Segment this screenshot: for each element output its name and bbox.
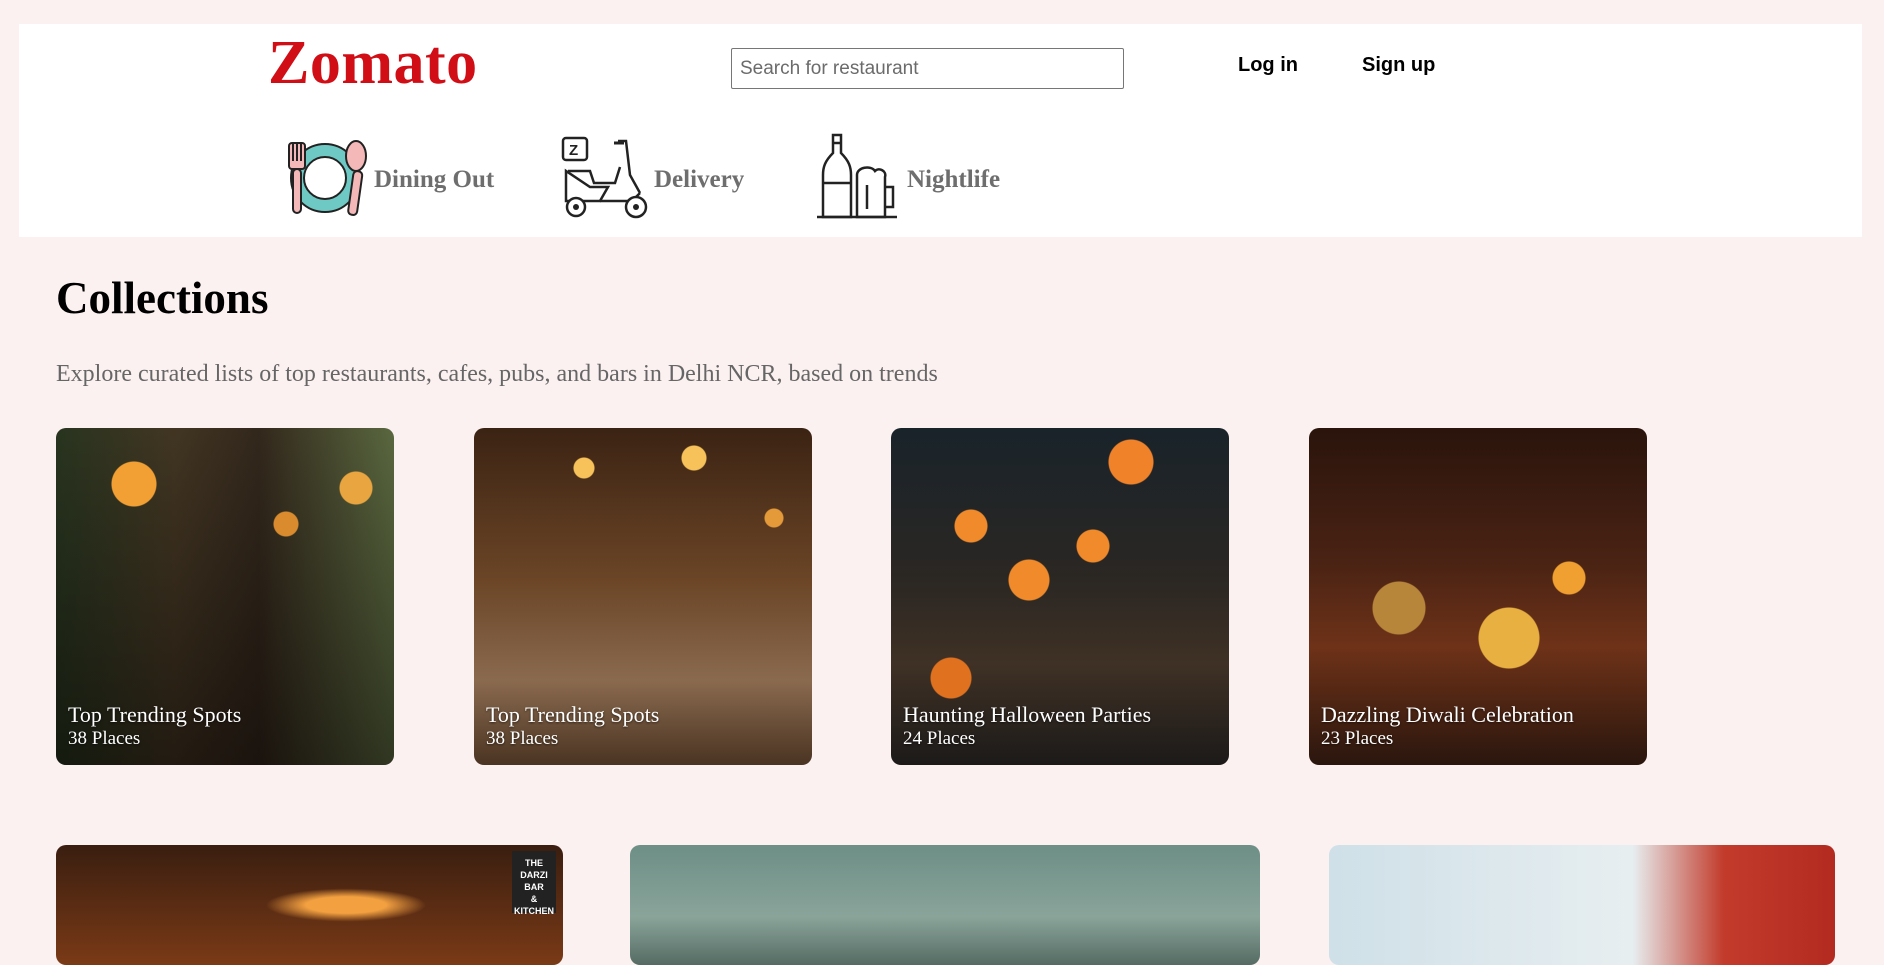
collection-card[interactable]: Top Trending Spots 38 Places [474, 428, 812, 765]
collection-places-count: 23 Places [1321, 728, 1394, 749]
collections-title: Collections [56, 273, 269, 323]
drinks-icon [813, 131, 903, 221]
restaurant-card[interactable]: THE DARZI BAR & KITCHEN [56, 845, 563, 965]
collection-places-count: 38 Places [486, 728, 559, 749]
collection-card[interactable]: Dazzling Diwali Celebration 23 Places [1309, 428, 1647, 765]
category-dining-out[interactable]: Dining Out [280, 128, 494, 224]
collection-places-count: 38 Places [68, 728, 141, 749]
badge-line: THE [525, 858, 543, 868]
collection-name: Top Trending Spots [68, 702, 242, 727]
dining-icon [280, 131, 370, 221]
collections-subtitle: Explore curated lists of top restaurants… [56, 361, 938, 387]
badge-line: BAR [524, 882, 544, 892]
collection-name: Top Trending Spots [486, 702, 660, 727]
restaurant-badge: THE DARZI BAR & KITCHEN [512, 851, 556, 916]
collection-name: Haunting Halloween Parties [903, 702, 1152, 727]
restaurant-card[interactable] [1329, 845, 1835, 965]
zomato-logo[interactable]: Zomato [268, 28, 478, 99]
restaurant-card[interactable] [630, 845, 1260, 965]
scooter-icon: Z [560, 131, 650, 221]
badge-line: DARZI [520, 870, 548, 880]
category-label-dining-out: Dining Out [374, 166, 495, 193]
search-input[interactable] [731, 48, 1124, 89]
collection-places-count: 24 Places [903, 728, 976, 749]
collection-card[interactable]: Top Trending Spots 38 Places [56, 428, 394, 765]
category-delivery[interactable]: Z Delivery [560, 128, 744, 224]
svg-text:Z: Z [569, 142, 578, 159]
collection-name: Dazzling Diwali Celebration [1321, 702, 1574, 727]
collection-card[interactable]: Haunting Halloween Parties 24 Places [891, 428, 1229, 765]
login-link[interactable]: Log in [1238, 54, 1298, 77]
signup-link[interactable]: Sign up [1362, 54, 1435, 77]
category-label-delivery: Delivery [654, 166, 745, 193]
top-header: Zomato Log in Sign up Dining Out Z [19, 24, 1862, 237]
category-label-nightlife: Nightlife [907, 166, 1001, 193]
category-nightlife[interactable]: Nightlife [813, 128, 1000, 224]
badge-line: & KITCHEN [514, 894, 554, 916]
